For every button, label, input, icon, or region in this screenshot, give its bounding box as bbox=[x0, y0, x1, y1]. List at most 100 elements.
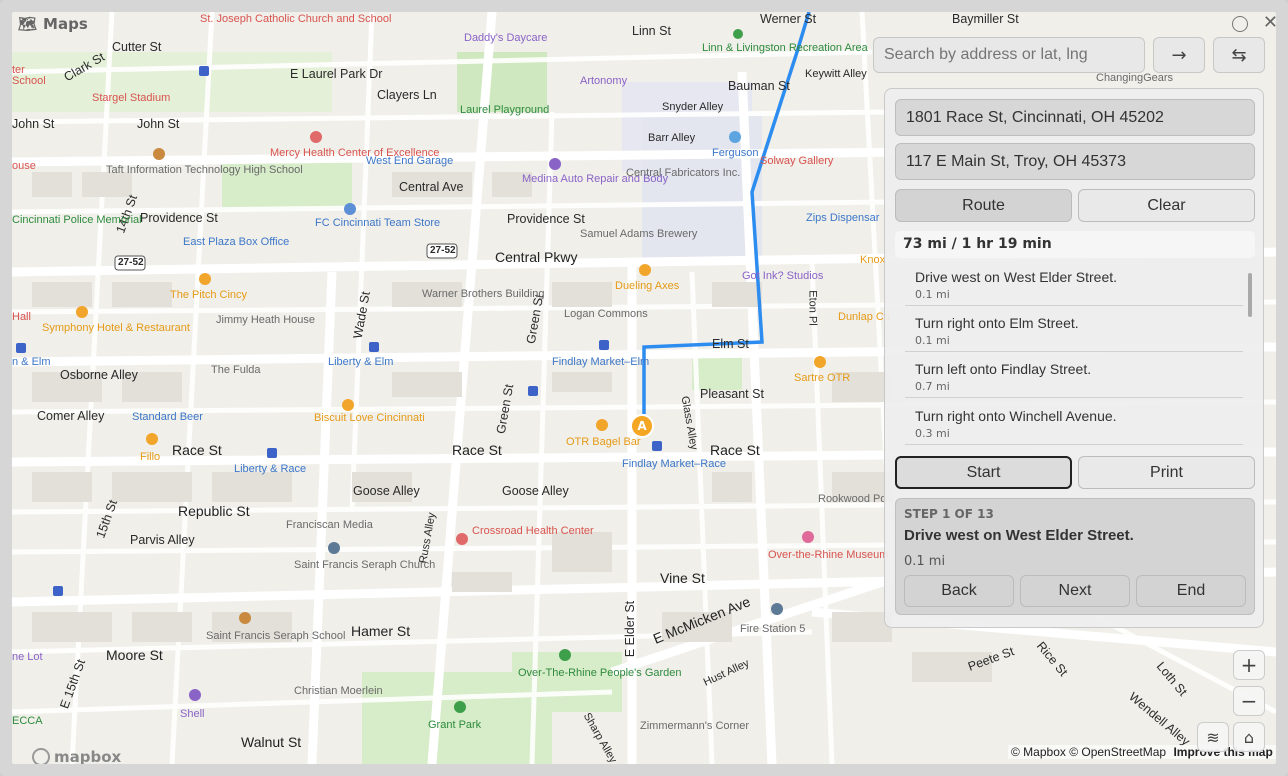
park-area bbox=[12, 52, 332, 112]
poi-label: Shell bbox=[180, 708, 205, 720]
street-label: Clayers Ln bbox=[377, 88, 437, 102]
poi-dot bbox=[596, 419, 608, 431]
transit-icon bbox=[369, 342, 379, 352]
search-input[interactable] bbox=[873, 37, 1145, 73]
poi-label: West End Garage bbox=[366, 155, 454, 167]
close-icon[interactable]: ✕ bbox=[1263, 12, 1278, 33]
street-label: Werner St bbox=[760, 12, 817, 26]
street-label: Snyder Alley bbox=[662, 101, 724, 113]
mapbox-logo: mapbox bbox=[32, 748, 121, 764]
zoom-out-button[interactable]: − bbox=[1233, 686, 1265, 716]
poi-label: Samuel Adams Brewery bbox=[580, 228, 698, 240]
poi-label: Cincinnati Police Memorial bbox=[12, 214, 142, 226]
search-go-button[interactable]: → bbox=[1153, 37, 1205, 73]
back-button[interactable]: Back bbox=[904, 575, 1014, 607]
list-item[interactable]: Turn right onto Elm Street. 0.1 mi bbox=[915, 315, 1235, 347]
poi-dot bbox=[239, 612, 251, 624]
poi-label: Dueling Axes bbox=[615, 280, 680, 292]
next-button[interactable]: Next bbox=[1020, 575, 1130, 607]
poi-dot bbox=[559, 649, 571, 661]
poi-label: Rookwood Po bbox=[818, 493, 887, 505]
street-label: John St bbox=[12, 117, 55, 131]
poi-label: Biscuit Love Cincinnati bbox=[314, 412, 425, 424]
poi-dot bbox=[733, 29, 743, 39]
layers-button[interactable]: ≋ bbox=[1197, 722, 1229, 752]
list-item[interactable]: Drive west on West Elder Street. 0.1 mi bbox=[915, 269, 1235, 301]
steps-list[interactable]: Drive west on West Elder Street. 0.1 mi … bbox=[895, 261, 1255, 447]
street-label: Bauman St bbox=[728, 79, 790, 93]
poi-label: Fire Station 5 bbox=[740, 623, 806, 635]
step-text: Turn left onto Findlay Street. bbox=[915, 361, 1092, 377]
maximize-icon[interactable] bbox=[1232, 16, 1248, 32]
poi-label: OTR Bagel Bar bbox=[566, 436, 641, 448]
poi-dot bbox=[189, 689, 201, 701]
poi-dot bbox=[454, 701, 466, 713]
poi-label: Artonomy bbox=[580, 75, 628, 87]
step-counter: STEP 1 OF 13 bbox=[904, 507, 994, 521]
poi-dot bbox=[342, 399, 354, 411]
home-button[interactable]: ⌂ bbox=[1233, 722, 1265, 752]
street-label: Comer Alley bbox=[37, 409, 105, 423]
poi-label: Warner Brothers Building bbox=[422, 288, 545, 300]
poi-label: Fillo bbox=[140, 451, 161, 463]
poi-dot bbox=[802, 531, 814, 543]
current-step-card: STEP 1 OF 13 Drive west on West Elder St… bbox=[895, 498, 1255, 615]
step-distance: 0.3 mi bbox=[915, 427, 950, 440]
poi-label: Over-The-Rhine People's Garden bbox=[518, 667, 682, 679]
poi-label: Zips Dispensar bbox=[806, 212, 880, 224]
print-button[interactable]: Print bbox=[1078, 456, 1255, 489]
street-label: Barr Alley bbox=[648, 132, 696, 144]
start-button[interactable]: Start bbox=[895, 456, 1072, 489]
poi-label: Got Ink? Studios bbox=[742, 270, 824, 282]
poi-label: The Pitch Cincy bbox=[170, 289, 248, 301]
poi-label: Standard Beer bbox=[132, 411, 203, 423]
route-button[interactable]: Route bbox=[895, 189, 1072, 222]
clear-button[interactable]: Clear bbox=[1078, 189, 1255, 222]
poi-dot bbox=[328, 542, 340, 554]
list-item[interactable]: Turn right onto Winchell Avenue. 0.3 mi bbox=[915, 408, 1235, 440]
zoom-in-button[interactable]: + bbox=[1233, 650, 1265, 680]
poi-label: School bbox=[12, 75, 46, 87]
poi-label: Saint Francis Seraph Church bbox=[294, 559, 436, 571]
poi-dot bbox=[549, 158, 561, 170]
steps-scrollbar-thumb[interactable] bbox=[1248, 273, 1252, 317]
park-area bbox=[512, 652, 622, 712]
poi-dot bbox=[146, 433, 158, 445]
poi-label: Liberty & Elm bbox=[328, 356, 394, 368]
street-label: Goose Alley bbox=[353, 484, 420, 498]
plus-icon: + bbox=[1240, 653, 1258, 677]
poi-label: The Fulda bbox=[211, 364, 261, 376]
origin-field[interactable]: 1801 Race St, Cincinnati, OH 45202 bbox=[895, 99, 1255, 136]
street-label: Eton Pl bbox=[806, 290, 819, 326]
street-label: John St bbox=[137, 117, 180, 131]
end-button[interactable]: End bbox=[1136, 575, 1246, 607]
poi-label: Franciscan Media bbox=[286, 519, 373, 531]
route-start-marker[interactable]: A bbox=[630, 414, 654, 438]
step-distance: 0.1 mi bbox=[915, 288, 950, 301]
poi-label: ne Lot bbox=[12, 651, 43, 663]
poi-dot bbox=[456, 533, 468, 545]
directions-toggle-button[interactable]: ⇆ bbox=[1213, 37, 1265, 73]
list-item[interactable]: Turn left onto Findlay Street. 0.7 mi bbox=[915, 361, 1235, 393]
poi-label: Hall bbox=[12, 311, 31, 323]
map-icon: 🗺 bbox=[18, 15, 38, 33]
transit-icon bbox=[16, 343, 26, 353]
poi-dot bbox=[310, 131, 322, 143]
poi-label: Christian Moerlein bbox=[294, 685, 383, 697]
transit-icon bbox=[652, 441, 662, 451]
street-label: Parvis Alley bbox=[130, 533, 195, 547]
street-label: E Elder St bbox=[623, 600, 638, 658]
poi-label: Knox bbox=[860, 254, 886, 266]
street-label: Walnut St bbox=[241, 734, 302, 750]
destination-field[interactable]: 117 E Main St, Troy, OH 45373 bbox=[895, 143, 1255, 180]
step-distance: 0.1 mi bbox=[915, 334, 950, 347]
street-label: Republic St bbox=[178, 503, 250, 519]
street-label: Linn St bbox=[632, 24, 671, 38]
street-label: Goose Alley bbox=[502, 484, 569, 498]
poi-label: Grant Park bbox=[428, 719, 482, 731]
poi-label: Taft Information Technology High School bbox=[106, 164, 303, 176]
poi-label: Logan Commons bbox=[564, 308, 648, 320]
poi-label: Findlay Market–Race bbox=[622, 458, 726, 470]
arrow-right-icon: → bbox=[1171, 44, 1187, 66]
poi-label: Ferguson bbox=[712, 147, 759, 159]
